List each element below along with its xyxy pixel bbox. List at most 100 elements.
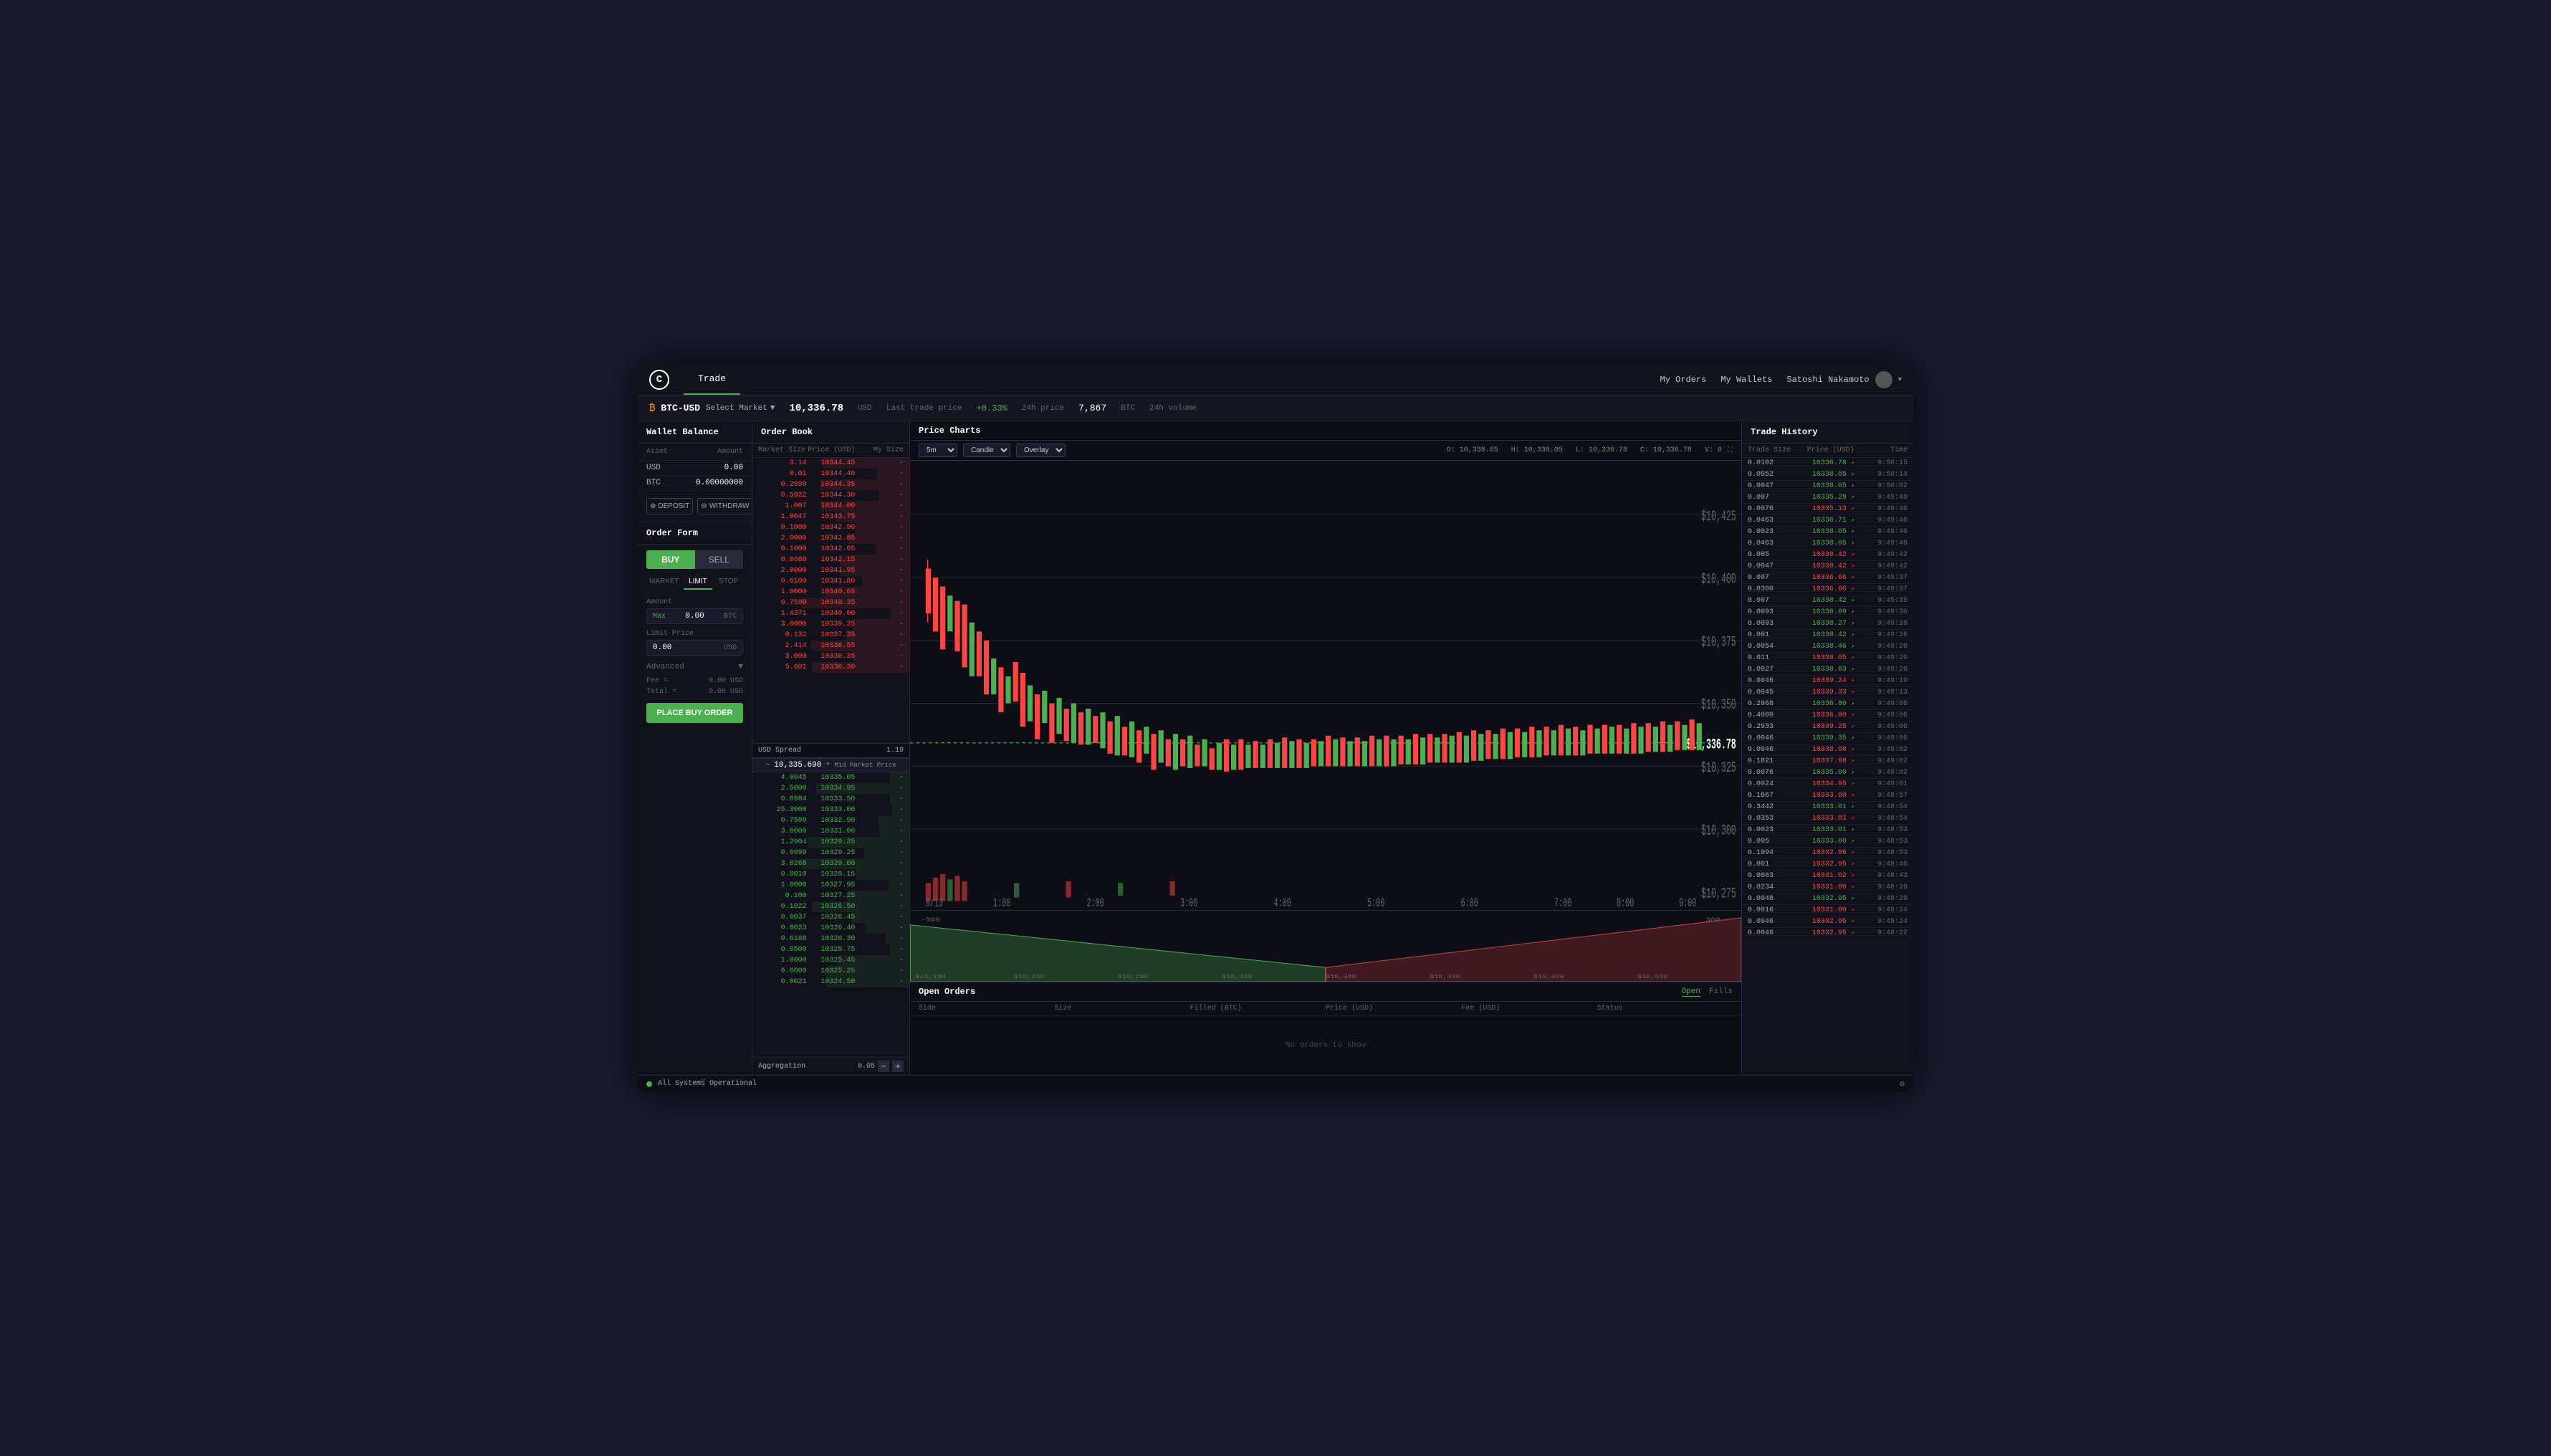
order-book-ask-row[interactable]: 2.000010341.95-	[752, 565, 909, 576]
nav-tabs: Trade	[684, 364, 740, 395]
price-change: +0.33%	[977, 403, 1008, 413]
order-book-bid-row[interactable]: 0.10010327.25-	[752, 891, 909, 901]
svg-text:$10,180: $10,180	[915, 974, 946, 980]
trade-tab[interactable]: Trade	[684, 364, 740, 395]
trade-history-row: 0.293310339.25 ↗9:49:06	[1742, 722, 1913, 733]
trade-history-row: 0.00710336.66 ↗9:49:37	[1742, 573, 1913, 584]
plus-icon: ⊕	[650, 502, 656, 510]
order-book-ask-row[interactable]: 1.000010340.65-	[752, 587, 909, 598]
open-orders-panel: Open Orders Open Fills Side Size Filled …	[910, 982, 1741, 1075]
order-book-bid-row[interactable]: 0.099910329.25-	[752, 848, 909, 858]
order-book-bid-row[interactable]: 0.050010325.75-	[752, 944, 909, 955]
order-book-ask-row[interactable]: 2.000010342.85-	[752, 533, 909, 544]
order-book-ask-row[interactable]: 0.100010342.90-	[752, 522, 909, 533]
market-select[interactable]: Select Market ▼	[706, 404, 775, 413]
order-book-bid-row[interactable]: 0.098410333.50-	[752, 794, 909, 805]
order-book-bid-row[interactable]: 3.026810329.00-	[752, 858, 909, 869]
order-book-ask-row[interactable]: 2.41410336.55-	[752, 641, 909, 651]
nav-right: My Orders My Wallets Satoshi Nakamoto ▼	[1660, 371, 1902, 388]
left-panel: Wallet Balance Asset Amount USD 0.00 BTC…	[638, 421, 752, 1075]
th-col-headers: Trade Size Price (USD) Time	[1742, 444, 1913, 458]
order-book-ask-row[interactable]: 0.100010342.65-	[752, 544, 909, 555]
amount-input-display[interactable]: Max 0.00 BTC	[646, 608, 743, 624]
order-book-ask-row[interactable]: 0.610010341.80-	[752, 576, 909, 587]
order-book-panel: Order Book Market Size Price (USD) My Si…	[752, 421, 910, 1075]
order-book-ask-row[interactable]: 0.13210337.35-	[752, 630, 909, 641]
btc-asset: BTC	[646, 479, 661, 487]
order-book-bid-row[interactable]: 4.004510335.05-	[752, 772, 909, 783]
chart-expand-icon[interactable]: ⛶	[1728, 446, 1733, 455]
order-book-bid-row[interactable]: 0.002310326.40-	[752, 923, 909, 934]
svg-text:$10,530: $10,530	[1637, 974, 1668, 980]
order-book-bid-row[interactable]: 6.000010325.25-	[752, 966, 909, 977]
order-book-bid-row[interactable]: 1.290410329.35-	[752, 837, 909, 848]
max-link[interactable]: Max	[653, 613, 666, 621]
oo-empty-text: No orders to show	[910, 1016, 1741, 1075]
place-order-button[interactable]: PLACE BUY ORDER	[646, 703, 743, 723]
buy-button[interactable]: BUY	[646, 550, 695, 569]
order-book-bid-row[interactable]: 25.300010333.00-	[752, 805, 909, 815]
trade-history-row: 0.004610339.24 ↗9:49:19	[1742, 676, 1913, 687]
market-tab[interactable]: MARKET	[646, 575, 682, 590]
order-book-ask-row[interactable]: 0.0110344.40-	[752, 469, 909, 479]
mid-price: 10,335.690	[774, 761, 821, 770]
stop-tab[interactable]: STOP	[714, 575, 743, 590]
agg-decrease-button[interactable]: −	[878, 1060, 889, 1072]
limit-tab[interactable]: LIMIT	[684, 575, 713, 590]
open-tab[interactable]: Open	[1682, 987, 1700, 997]
volume: 7,867	[1078, 403, 1106, 413]
trade-history-row: 0.344210333.01 ↗9:48:54	[1742, 802, 1913, 813]
timeframe-select[interactable]: 5m 1m 15m 1h	[919, 444, 957, 457]
trade-history-row: 0.182110337.98 ↗9:49:02	[1742, 756, 1913, 767]
order-book-bid-row[interactable]: 1.000010325.45-	[752, 955, 909, 966]
sell-button[interactable]: SELL	[695, 550, 744, 569]
my-wallets-link[interactable]: My Wallets	[1720, 375, 1772, 385]
trade-history-row: 0.046310336.71 ↗9:49:48	[1742, 515, 1913, 527]
order-book-ask-row[interactable]: 0.759910340.35-	[752, 598, 909, 608]
order-book-ask-row[interactable]: 0.299910344.35-	[752, 479, 909, 490]
ob-market-size-header: Market Size	[758, 446, 807, 454]
wallet-buttons: ⊕ DEPOSIT ⊖ WITHDRAW	[638, 491, 752, 522]
order-book-bid-row[interactable]: 3.000010331.00-	[752, 826, 909, 837]
chart-header: Price Charts	[910, 421, 1741, 441]
order-book-bid-row[interactable]: 0.002110324.50-	[752, 977, 909, 987]
order-book-bid-row[interactable]: 0.616810326.30-	[752, 934, 909, 944]
user-menu[interactable]: Satoshi Nakamoto ▼	[1786, 371, 1902, 388]
order-book-bid-row[interactable]: 2.500010334.95-	[752, 783, 909, 794]
th-rows: 0.010210336.78 ↗9:50:150.095210338.05 ↗9…	[1742, 458, 1913, 1075]
order-book-bid-row[interactable]: 1.000010327.95-	[752, 880, 909, 891]
oo-col-headers: Side Size Filled (BTC) Price (USD) Fee (…	[910, 1002, 1741, 1016]
amount-value: 0.00	[685, 612, 704, 621]
order-book-bid-row[interactable]: 0.759910332.90-	[752, 815, 909, 826]
trade-history-row: 0.296810336.80 ↗9:49:06	[1742, 699, 1913, 710]
order-book-ask-row[interactable]: 1.004710343.75-	[752, 512, 909, 522]
limit-price-input-display[interactable]: 0.00 USD	[646, 640, 743, 656]
deposit-button[interactable]: ⊕ DEPOSIT	[646, 498, 693, 514]
order-book-bid-row[interactable]: 0.003710326.45-	[752, 912, 909, 923]
order-book-ask-row[interactable]: 3.000010339.25-	[752, 619, 909, 630]
order-book-ask-row[interactable]: 3.1410344.45-	[752, 458, 909, 469]
chart-panel: Price Charts 5m 1m 15m 1h Candle Line Ba…	[910, 421, 1741, 1075]
my-orders-link[interactable]: My Orders	[1660, 375, 1707, 385]
order-book-ask-row[interactable]: 3.00010336.35-	[752, 651, 909, 662]
order-book-bid-row[interactable]: 0.001010328.15-	[752, 869, 909, 880]
ohlcv-info: O: 10,338.05 H: 10,338.05 L: 10,336.78 C…	[1447, 446, 1722, 454]
order-book-bid-row[interactable]: 0.102210326.50-	[752, 901, 909, 912]
advanced-toggle[interactable]: Advanced ▼	[638, 658, 752, 676]
chart-type-select[interactable]: Candle Line Bar	[963, 444, 1010, 457]
app-logo[interactable]: C	[649, 370, 669, 390]
order-book-ask-row[interactable]: 0.068810342.15-	[752, 555, 909, 565]
overlay-select[interactable]: Overlay	[1016, 444, 1066, 457]
agg-increase-button[interactable]: +	[892, 1060, 904, 1072]
ob-col-headers: Market Size Price (USD) My Size	[752, 444, 909, 458]
order-book-ask-row[interactable]: 0.592210344.30-	[752, 490, 909, 501]
trade-history-row: 0.095210338.05 ↗9:50:14	[1742, 469, 1913, 481]
order-book-ask-row[interactable]: 1.00710344.00-	[752, 501, 909, 512]
withdraw-button[interactable]: ⊖ WITHDRAW	[697, 498, 752, 514]
order-book-ask-row[interactable]: 1.437110340.00-	[752, 608, 909, 619]
settings-icon[interactable]: ⚙	[1900, 1079, 1905, 1089]
fills-tab[interactable]: Fills	[1709, 987, 1733, 997]
order-book-ask-row[interactable]: 5.60110336.30-	[752, 662, 909, 673]
th-time-header: Time	[1854, 446, 1908, 454]
wallet-col-headers: Asset Amount	[638, 444, 752, 461]
